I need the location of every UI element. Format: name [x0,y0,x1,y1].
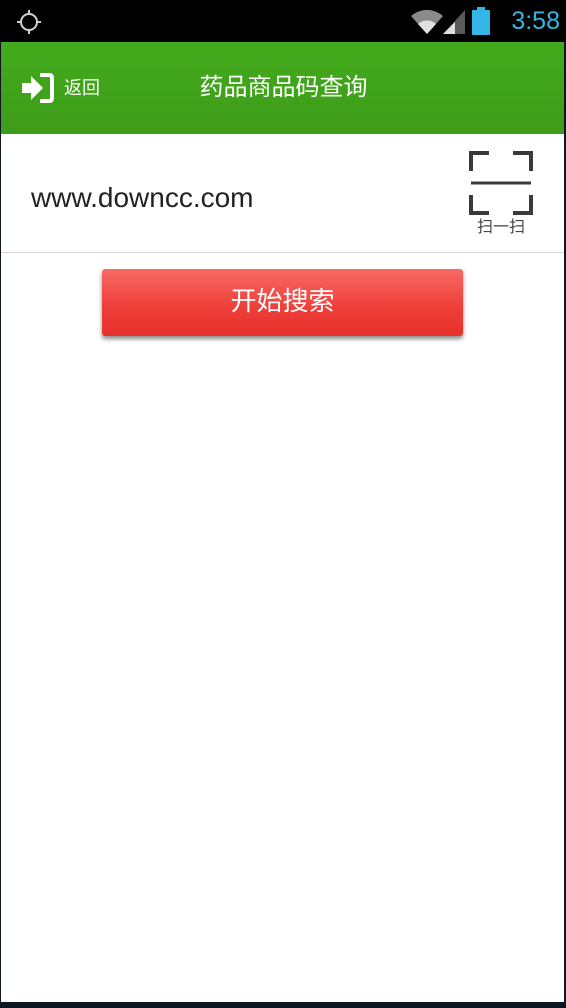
signal-icon [443,10,465,34]
scan-button[interactable]: 扫一扫 [466,149,536,241]
battery-icon [472,7,490,35]
back-button[interactable]: 返回 [21,72,111,106]
app-screen: 3:58 返回 药品商品码查询 扫一扫 [0,0,566,1008]
wifi-icon [411,9,443,34]
code-input[interactable] [31,178,431,218]
scan-label: 扫一扫 [476,217,525,236]
start-search-button[interactable]: 开始搜索 [102,269,463,336]
page-title: 药品商品码查询 [199,73,368,101]
gps-icon [17,10,41,34]
back-label: 返回 [64,78,100,99]
scan-frame-icon [469,151,533,215]
status-time: 3:58 [511,7,560,35]
code-input-row: 扫一扫 [1,134,564,253]
status-bar: 3:58 [0,0,566,42]
sign-in-arrow-icon [22,73,54,103]
main-content: 扫一扫 开始搜索 [1,134,564,1002]
header-bar: 返回 药品商品码查询 [1,42,564,134]
